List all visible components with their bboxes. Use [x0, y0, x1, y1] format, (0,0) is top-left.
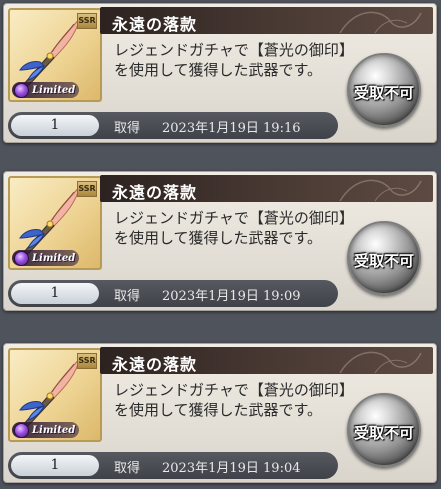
dark-element-icon — [14, 250, 29, 266]
rarity-badge: SSR — [77, 13, 97, 29]
rarity-badge: SSR — [77, 181, 97, 197]
flourish-ornament-icon — [339, 351, 422, 374]
rarity-badge: SSR — [77, 353, 97, 369]
limited-label: Limited — [32, 84, 76, 96]
limited-label: Limited — [32, 424, 76, 436]
acquired-date: 2023年1月19日 19:09 — [162, 289, 301, 304]
acquired-label: 取得 — [114, 121, 141, 136]
item-card: SSR Limited 永遠の落款 レジェンドガチャで【蒼光の御印】を使用して獲… — [3, 343, 437, 483]
acquired-label: 取得 — [114, 461, 141, 476]
receive-button-label: 受取不可 — [353, 84, 414, 102]
weapon-thumbnail[interactable]: SSR Limited — [8, 348, 102, 442]
flourish-ornament-icon — [339, 11, 422, 34]
acquired-date: 2023年1月19日 19:16 — [162, 121, 301, 136]
limited-badge: Limited — [12, 422, 80, 438]
receive-button-label: 受取不可 — [353, 252, 414, 270]
item-header: 永遠の落款 — [100, 7, 433, 34]
item-footer: 1 取得 2023年1月19日 19:16 — [8, 112, 338, 139]
acquired-date: 2023年1月19日 19:04 — [162, 461, 301, 476]
item-card: SSR Limited 永遠の落款 レジェンドガチャで【蒼光の御印】を使用して獲… — [3, 171, 437, 311]
quantity-value: 1 — [11, 455, 99, 476]
receive-button[interactable]: 受取不可 — [347, 53, 421, 127]
receive-button[interactable]: 受取不可 — [347, 393, 421, 467]
item-footer: 1 取得 2023年1月19日 19:09 — [8, 280, 338, 307]
flourish-ornament-icon — [339, 179, 422, 202]
dark-element-icon — [14, 422, 29, 438]
limited-badge: Limited — [12, 250, 80, 266]
quantity-value: 1 — [11, 283, 99, 304]
weapon-thumbnail[interactable]: SSR Limited — [8, 176, 102, 270]
item-title: 永遠の落款 — [112, 183, 198, 202]
item-header: 永遠の落款 — [100, 175, 433, 202]
limited-badge: Limited — [12, 82, 80, 98]
item-description: レジェンドガチャで【蒼光の御印】を使用して獲得した武器です。 — [114, 209, 354, 247]
item-title: 永遠の落款 — [112, 15, 198, 34]
acquired-label: 取得 — [114, 289, 141, 304]
weapon-thumbnail[interactable]: SSR Limited — [8, 8, 102, 102]
quantity-value: 1 — [11, 115, 99, 136]
receive-button-label: 受取不可 — [353, 424, 414, 442]
item-card: SSR Limited 永遠の落款 レジェンドガチャで【蒼光の御印】を使用して獲… — [3, 3, 437, 143]
receive-button[interactable]: 受取不可 — [347, 221, 421, 295]
item-footer: 1 取得 2023年1月19日 19:04 — [8, 452, 338, 479]
limited-label: Limited — [32, 252, 76, 264]
item-header: 永遠の落款 — [100, 347, 433, 374]
dark-element-icon — [14, 82, 29, 98]
item-title: 永遠の落款 — [112, 355, 198, 374]
item-description: レジェンドガチャで【蒼光の御印】を使用して獲得した武器です。 — [114, 41, 354, 79]
item-description: レジェンドガチャで【蒼光の御印】を使用して獲得した武器です。 — [114, 381, 354, 419]
